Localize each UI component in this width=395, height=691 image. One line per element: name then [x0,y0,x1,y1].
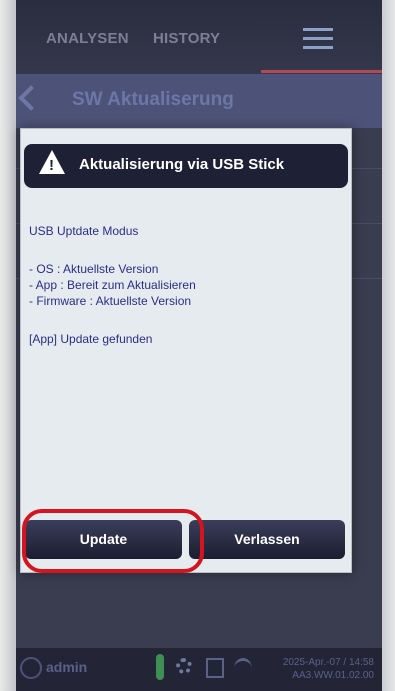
active-tab-indicator [261,70,382,73]
user-name: admin [46,659,88,675]
update-highlight-ring [22,509,204,573]
software-version: AA3.WW.01.02.00 [292,670,374,681]
gear-icon[interactable] [176,658,192,674]
wifi-icon [234,658,252,679]
update-mode-text: USB Uptdate Modus [29,224,139,238]
date-time: 2025-Apr.-07 / 14:58 [282,657,374,668]
top-tab-bar: ANALYSEN HISTORY [16,0,382,74]
thermometer-icon [156,654,164,680]
firmware-status-text: - Firmware : Aktuellste Version [29,294,192,308]
os-status-text: - OS : Aktuellste Version [29,262,159,276]
datetime-version: 2025-Apr.-07 / 14:58 AA3.WW.01.02.00 [283,656,374,682]
page-title: SW Aktualiserung [72,89,234,110]
user-icon [20,657,42,679]
status-bar: admin 2025-Apr.-07 / 14:58 AA3.WW.01.02.… [16,648,382,691]
update-result-text: [App] Update gefunden [29,332,153,346]
network-icon [206,658,224,678]
page-header: SW Aktualiserung [16,74,382,128]
usb-update-dialog: ! Aktualisierung via USB Stick USB Uptda… [20,128,352,573]
dialog-title-bar: ! Aktualisierung via USB Stick [24,144,348,188]
exit-button[interactable]: Verlassen [189,520,345,559]
back-arrow-icon[interactable] [18,85,44,111]
dialog-title: Aktualisierung via USB Stick [79,156,285,173]
tab-analysen[interactable]: ANALYSEN [46,30,129,47]
menu-list-icon[interactable] [303,24,333,54]
tab-history[interactable]: HISTORY [153,30,220,47]
app-status-text: - App : Bereit zum Aktualisieren [29,278,196,292]
